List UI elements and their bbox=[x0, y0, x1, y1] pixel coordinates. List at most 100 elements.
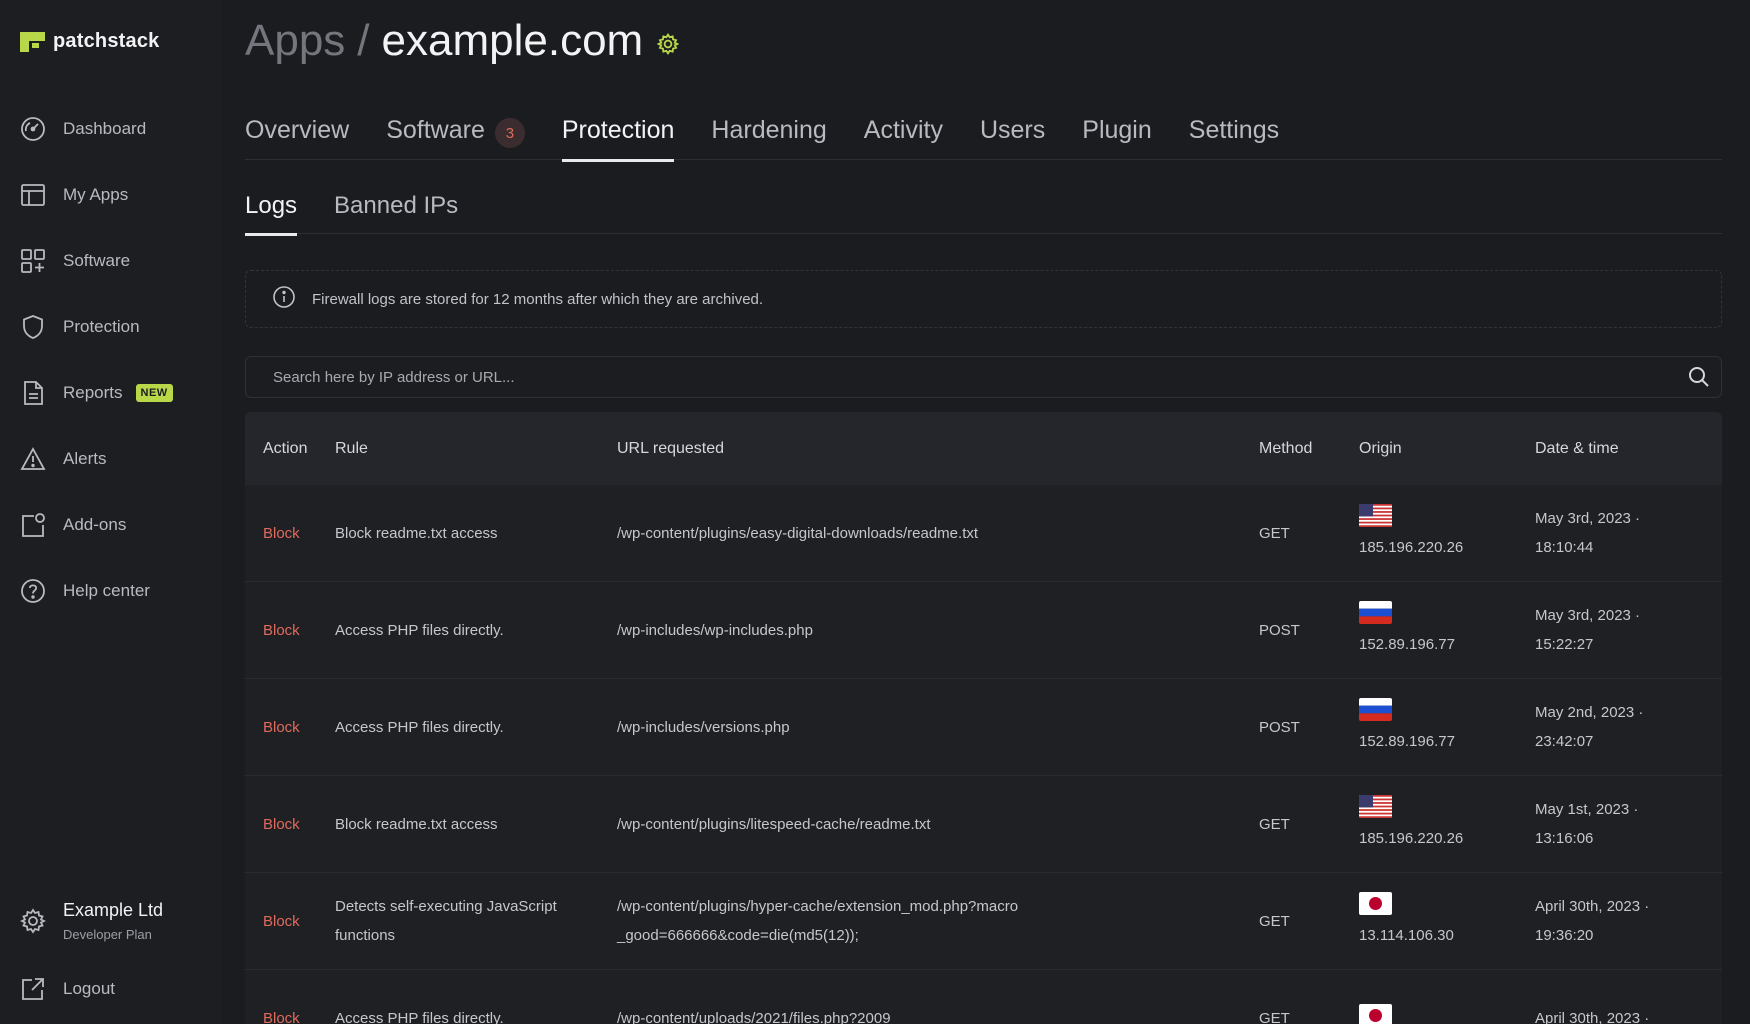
tab-label: Settings bbox=[1188, 116, 1280, 144]
new-badge: NEW bbox=[135, 384, 173, 402]
sidebar-nav: Dashboard My Apps Software Protection Re… bbox=[0, 96, 222, 624]
rule-cell: Access PHP files directly. bbox=[335, 621, 504, 639]
action-cell: Block bbox=[263, 1009, 300, 1024]
account-plan: Developer Plan bbox=[63, 927, 152, 942]
method-cell: GET bbox=[1259, 912, 1290, 930]
addons-icon bbox=[20, 512, 46, 538]
breadcrumb-apps-link[interactable]: Apps bbox=[245, 16, 345, 66]
tab-plugin[interactable]: Plugin bbox=[1082, 108, 1152, 160]
action-cell: Block bbox=[263, 621, 300, 639]
document-icon bbox=[20, 380, 46, 406]
tab-users[interactable]: Users bbox=[980, 108, 1045, 160]
tab-label: Activity bbox=[863, 116, 943, 144]
sidebar-item-label: Software bbox=[63, 251, 131, 270]
tab-label: Hardening bbox=[711, 116, 827, 144]
layout-icon bbox=[20, 182, 46, 208]
subtab-logs[interactable]: Logs bbox=[245, 186, 298, 236]
time-text: 15:22:27 bbox=[1535, 636, 1594, 653]
tab-settings[interactable]: Settings bbox=[1189, 108, 1279, 160]
subtab-banned-ips[interactable]: Banned IPs bbox=[334, 186, 458, 234]
firewall-logs-table: Action Rule URL requested Method Origin … bbox=[245, 412, 1722, 1024]
tab-software[interactable]: Software 3 bbox=[386, 108, 525, 160]
sidebar-item-dashboard[interactable]: Dashboard bbox=[0, 96, 222, 162]
table-row[interactable]: Block Access PHP files directly. /wp-inc… bbox=[245, 679, 1722, 776]
sidebar-item-add-ons[interactable]: Add-ons bbox=[0, 492, 222, 558]
action-cell: Block bbox=[263, 912, 300, 930]
sidebar-item-help-center[interactable]: Help center bbox=[0, 558, 222, 624]
sidebar-item-label: Protection bbox=[63, 317, 140, 336]
breadcrumb-separator: / bbox=[357, 16, 370, 65]
breadcrumb: Apps / example.com bbox=[245, 16, 680, 66]
sidebar-item-software[interactable]: Software bbox=[0, 228, 222, 294]
account-switcher[interactable]: Example Ltd Developer Plan bbox=[19, 900, 164, 942]
table-row[interactable]: Block Access PHP files directly. /wp-inc… bbox=[245, 582, 1722, 679]
grid-plus-icon bbox=[20, 248, 46, 274]
sidebar-item-protection[interactable]: Protection bbox=[0, 294, 222, 360]
tab-activity[interactable]: Activity bbox=[864, 108, 943, 160]
table-row[interactable]: Block Block readme.txt access /wp-conten… bbox=[245, 776, 1722, 873]
url-cell: /wp-content/plugins/easy-digital-downloa… bbox=[617, 524, 979, 542]
subtab-label: Banned IPs bbox=[334, 192, 459, 219]
app-settings-gear-icon[interactable] bbox=[656, 33, 680, 55]
logout-button[interactable]: Logout bbox=[20, 976, 115, 1002]
date-text: April 30th, 2023 · bbox=[1535, 898, 1650, 915]
rule-cell: Block readme.txt access bbox=[335, 815, 498, 833]
origin-cell: 152.89.196.77 bbox=[1359, 698, 1535, 756]
search-input[interactable] bbox=[246, 357, 1687, 397]
sidebar: patchstack Dashboard My Apps Software Pr… bbox=[0, 0, 222, 1024]
column-header-date: Date & time bbox=[1535, 439, 1619, 457]
jp-flag-icon bbox=[1359, 1003, 1392, 1024]
sidebar-item-alerts[interactable]: Alerts bbox=[0, 426, 222, 492]
tab-label: Protection bbox=[561, 116, 675, 144]
date-cell: April 30th, 2023 · 19:36:20 bbox=[1535, 892, 1722, 950]
date-text: April 30th, 2023 · bbox=[1535, 1009, 1650, 1024]
sidebar-item-label: Dashboard bbox=[63, 119, 147, 138]
app-root: patchstack Dashboard My Apps Software Pr… bbox=[0, 0, 1750, 1024]
tab-overview[interactable]: Overview bbox=[245, 108, 349, 160]
us-flag-icon bbox=[1359, 795, 1392, 818]
sidebar-item-reports[interactable]: Reports NEW bbox=[0, 360, 222, 426]
protection-subtabs: Logs Banned IPs bbox=[245, 186, 1722, 236]
logo[interactable]: patchstack bbox=[20, 30, 160, 53]
tab-label: Software bbox=[386, 116, 485, 144]
sidebar-item-my-apps[interactable]: My Apps bbox=[0, 162, 222, 228]
ip-address: 152.89.196.77 bbox=[1359, 636, 1455, 653]
tab-protection[interactable]: Protection bbox=[561, 108, 675, 162]
ip-address: 13.114.106.30 bbox=[1359, 927, 1454, 944]
column-header-rule: Rule bbox=[335, 439, 368, 457]
tab-label: Overview bbox=[245, 116, 350, 144]
rule-cell: Access PHP files directly. bbox=[335, 1009, 504, 1024]
date-cell: May 1st, 2023 · 13:16:06 bbox=[1535, 795, 1722, 853]
origin-cell: 152.89.196.77 bbox=[1359, 601, 1535, 659]
ip-address: 185.196.220.26 bbox=[1359, 539, 1464, 556]
date-text: May 3rd, 2023 · bbox=[1535, 510, 1641, 527]
url-cell: /wp-includes/versions.php bbox=[617, 718, 790, 736]
time-text: 23:42:07 bbox=[1535, 733, 1594, 750]
rule-cell: Detects self-executing JavaScript functi… bbox=[335, 898, 557, 944]
search-icon[interactable] bbox=[1687, 365, 1711, 389]
time-text: 13:16:06 bbox=[1535, 830, 1594, 847]
tab-hardening[interactable]: Hardening bbox=[711, 108, 826, 160]
time-text: 19:36:20 bbox=[1535, 927, 1594, 944]
ip-address: 185.196.220.26 bbox=[1359, 830, 1464, 847]
origin-cell: 185.196.220.26 bbox=[1359, 504, 1535, 562]
action-cell: Block bbox=[263, 718, 300, 736]
tab-label: Users bbox=[979, 116, 1046, 144]
column-header-method: Method bbox=[1259, 439, 1313, 457]
gear-icon bbox=[19, 908, 47, 934]
tab-label: Plugin bbox=[1082, 116, 1152, 144]
method-cell: POST bbox=[1259, 621, 1300, 639]
page-title: example.com bbox=[381, 16, 644, 65]
notice-text: Firewall logs are stored for 12 months a… bbox=[312, 290, 764, 308]
table-row[interactable]: Block Block readme.txt access /wp-conten… bbox=[245, 485, 1722, 582]
table-row[interactable]: Block Access PHP files directly. /wp-con… bbox=[245, 970, 1722, 1024]
account-name: Example Ltd bbox=[63, 900, 164, 920]
table-row[interactable]: Block Detects self-executing JavaScript … bbox=[245, 873, 1722, 970]
ru-flag-icon bbox=[1359, 698, 1392, 721]
brand-name: patchstack bbox=[53, 30, 160, 52]
column-header-action: Action bbox=[263, 439, 308, 457]
search-bar bbox=[245, 356, 1722, 398]
origin-cell bbox=[1359, 1003, 1535, 1024]
rule-cell: Access PHP files directly. bbox=[335, 718, 504, 736]
ru-flag-icon bbox=[1359, 601, 1392, 624]
